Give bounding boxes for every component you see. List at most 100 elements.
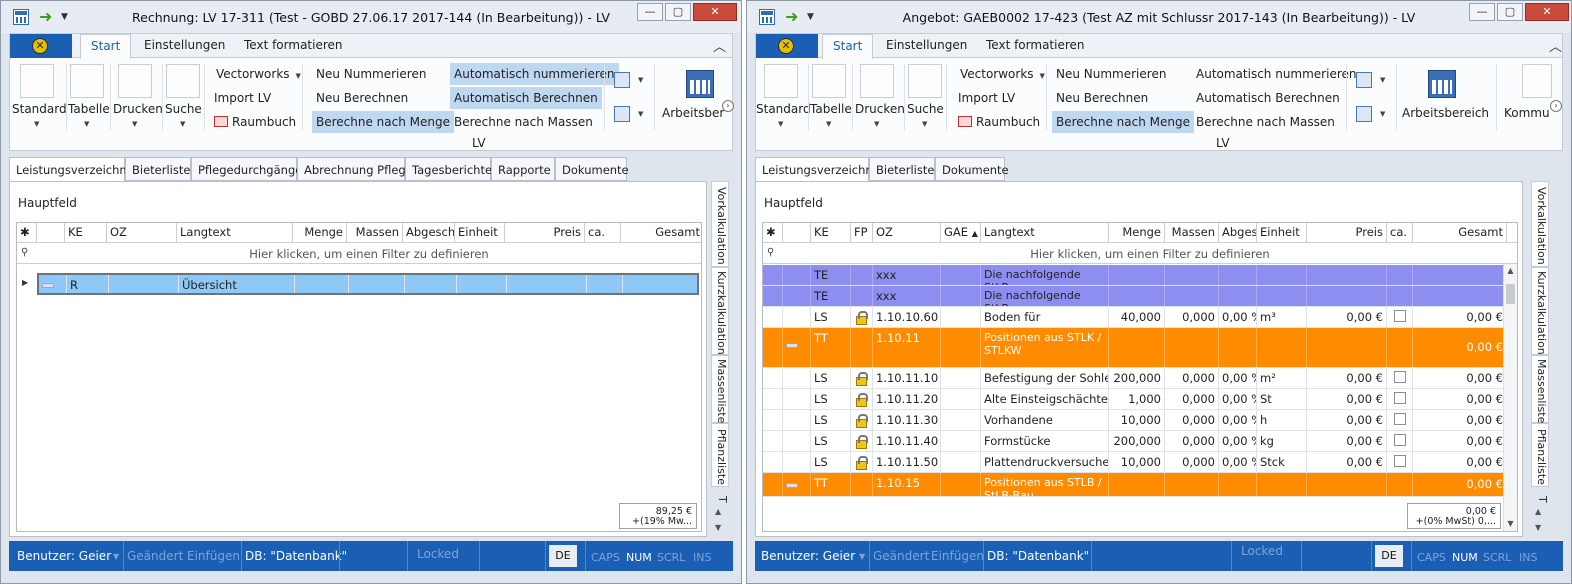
berechne-nach-menge-button[interactable]: Berechne nach Menge — [1052, 111, 1194, 133]
side-tab-more[interactable]: T — [711, 487, 729, 507]
collapse-ribbon-icon[interactable]: ︿ — [1549, 36, 1562, 55]
column-header-handle[interactable] — [783, 223, 811, 243]
tab-bieterliste[interactable]: Bieterliste — [125, 157, 191, 181]
column-header-massen[interactable]: Massen — [347, 223, 403, 243]
side-tab-vorkalkulation[interactable]: Vorkalkulation — [1531, 181, 1549, 267]
status-user[interactable]: Benutzer: Geier — [761, 549, 855, 563]
collapse-ribbon-icon[interactable]: ︿ — [713, 36, 726, 55]
tabelle-button-icon[interactable] — [812, 64, 846, 98]
paste-icon[interactable] — [614, 106, 630, 122]
scroll-down-icon[interactable]: ▼ — [1504, 517, 1517, 531]
column-chooser-icon[interactable]: ✱ — [17, 223, 37, 243]
column-header-ca[interactable]: ca. — [585, 223, 621, 243]
tab-start[interactable]: Start — [822, 34, 874, 59]
vectorworks-menu[interactable]: Vectorworks ▼ — [956, 65, 1049, 83]
neu-berechnen-button[interactable]: Neu Berechnen — [1052, 89, 1152, 107]
status-language[interactable]: DE — [1375, 545, 1403, 567]
table-row[interactable]: LS 1.10.10.60 Boden für40,0000,0000,00 %m³… — [763, 307, 1507, 328]
side-scroll-up-icon[interactable]: ▲ — [715, 507, 721, 516]
tab-bieterliste[interactable]: Bieterliste — [869, 157, 935, 181]
column-header-einheit[interactable]: Einheit — [455, 223, 505, 243]
standard-button-icon[interactable] — [764, 64, 798, 98]
suche-button-icon[interactable] — [908, 64, 942, 98]
drucken-button-icon[interactable] — [860, 64, 894, 98]
table-row[interactable]: LS 1.10.11.20 Alte Einsteigschächte 1,000 0,… — [763, 389, 1507, 410]
kommunikation-button-icon[interactable] — [1522, 64, 1552, 98]
column-header-menge[interactable]: Menge — [293, 223, 347, 243]
scroll-thumb[interactable] — [1506, 284, 1515, 304]
ribbon-scroll-right-icon[interactable]: › — [722, 100, 734, 112]
column-header-einheit[interactable]: Einheit — [1257, 223, 1307, 243]
drucken-button[interactable]: Drucken — [113, 102, 163, 116]
vertical-scrollbar[interactable]: ▲ ▼ — [1503, 264, 1517, 531]
tab-einstellungen[interactable]: Einstellungen — [886, 38, 967, 52]
automatisch-nummerieren-toggle[interactable]: Automatisch nummerieren — [450, 63, 619, 85]
column-header-ca[interactable]: ca. — [1387, 223, 1413, 243]
suche-button-icon[interactable] — [166, 64, 200, 98]
suche-button[interactable]: Suche — [165, 102, 202, 116]
standard-button[interactable]: Standard — [756, 102, 811, 116]
column-header-abgeschlossen[interactable]: Abgesc — [1219, 223, 1257, 243]
import-lv-button[interactable]: Import LV — [954, 89, 1019, 107]
calculator-icon[interactable] — [1428, 70, 1456, 98]
raumbuch-button[interactable]: Raumbuch — [210, 113, 300, 131]
calculator-icon[interactable] — [686, 70, 714, 98]
copy-icon[interactable] — [614, 72, 630, 88]
column-header-oz[interactable]: OZ — [873, 223, 941, 243]
minimize-button[interactable]: — — [637, 3, 663, 21]
table-row[interactable]: TT 1.10.11 Positionen aus STLK / STLKW 0,00… — [763, 328, 1507, 368]
tabelle-button-icon[interactable] — [70, 64, 104, 98]
import-lv-button[interactable]: Import LV — [210, 89, 275, 107]
neu-berechnen-button[interactable]: Neu Berechnen — [312, 89, 412, 107]
file-menu-button[interactable]: ✕ — [756, 34, 818, 58]
automatisch-nummerieren-toggle[interactable]: Automatisch nummerieren — [1192, 65, 1361, 83]
filter-row[interactable]: ⚲ Hier klicken, um einen Filter zu defin… — [17, 243, 701, 264]
column-header-preis[interactable]: Preis — [505, 223, 585, 243]
tab-rapporte[interactable]: Rapporte — [491, 157, 555, 181]
tab-einstellungen[interactable]: Einstellungen — [144, 38, 225, 52]
arbeitsbereich-button[interactable]: Arbeitsbereich — [658, 104, 724, 122]
column-chooser-icon[interactable]: ✱ — [763, 223, 783, 243]
column-header-preis[interactable]: Preis — [1307, 223, 1387, 243]
column-header-gaeb[interactable]: GAE ▲ — [941, 223, 981, 243]
berechne-nach-menge-button[interactable]: Berechne nach Menge — [312, 111, 454, 133]
tab-abrechnung-pflege[interactable]: Abrechnung Pflege — [297, 157, 413, 181]
collapse-icon[interactable] — [786, 483, 798, 488]
tabelle-button[interactable]: Tabelle — [810, 102, 852, 116]
close-button[interactable]: ✕ — [693, 3, 737, 21]
paste-icon[interactable] — [1356, 106, 1372, 122]
scroll-up-icon[interactable]: ▲ — [1504, 264, 1517, 278]
side-scroll-down-icon[interactable]: ▼ — [1535, 523, 1541, 532]
column-header-langtext[interactable]: Langtext — [177, 223, 293, 243]
drucken-button-icon[interactable] — [118, 64, 152, 98]
lv-grid[interactable]: ✱ KE OZ Langtext Menge Massen Abgeschlo … — [16, 222, 702, 532]
table-row[interactable]: R Übersicht — [37, 273, 699, 295]
side-tab-kurzkalkulation[interactable]: Kurzkalkulation — [711, 267, 729, 355]
automatisch-berechnen-toggle[interactable]: Automatisch Berechnen — [1192, 89, 1344, 107]
side-tab-pflanzliste[interactable]: Pflanzliste — [1531, 423, 1549, 487]
table-row[interactable]: TE xxx Die nachfolgende StLB - — [763, 265, 1507, 286]
side-tab-vorkalkulation[interactable]: Vorkalkulation — [711, 181, 729, 267]
tabelle-button[interactable]: Tabelle — [68, 102, 110, 116]
ca-checkbox[interactable] — [1394, 413, 1406, 425]
ca-checkbox[interactable] — [1394, 371, 1406, 383]
tab-pflegedurchgaenge[interactable]: Pflegedurchgänge — [191, 157, 302, 181]
tab-dokumente[interactable]: Dokumente — [935, 157, 1009, 181]
column-header-gesamt[interactable]: Gesamt — [1413, 223, 1507, 243]
berechne-nach-massen-button[interactable]: Berechne nach Massen — [450, 113, 597, 131]
table-row[interactable]: LS 1.10.11.30 Vorhandene10,0000,0000,00 %h… — [763, 410, 1507, 431]
side-tab-pflanzliste[interactable]: Pflanzliste — [711, 423, 729, 487]
lv-grid[interactable]: ✱ KE FP OZ GAE ▲ Langtext Menge Massen A… — [762, 222, 1518, 532]
column-header-menge[interactable]: Menge — [1109, 223, 1165, 243]
kommunikation-button[interactable]: Kommu — [1500, 104, 1552, 122]
column-header-fp[interactable]: FP — [851, 223, 873, 243]
column-header-ke[interactable]: KE — [811, 223, 851, 243]
status-language[interactable]: DE — [549, 545, 577, 567]
close-button[interactable]: ✕ — [1525, 3, 1569, 21]
side-tab-more[interactable]: T — [1531, 487, 1549, 507]
ca-checkbox[interactable] — [1394, 434, 1406, 446]
tab-text-formatieren[interactable]: Text formatieren — [244, 38, 343, 52]
arbeitsbereich-button[interactable]: Arbeitsbereich — [1398, 104, 1493, 122]
standard-button[interactable]: Standard — [12, 102, 67, 116]
side-tab-massenliste[interactable]: Massenliste — [711, 355, 729, 423]
